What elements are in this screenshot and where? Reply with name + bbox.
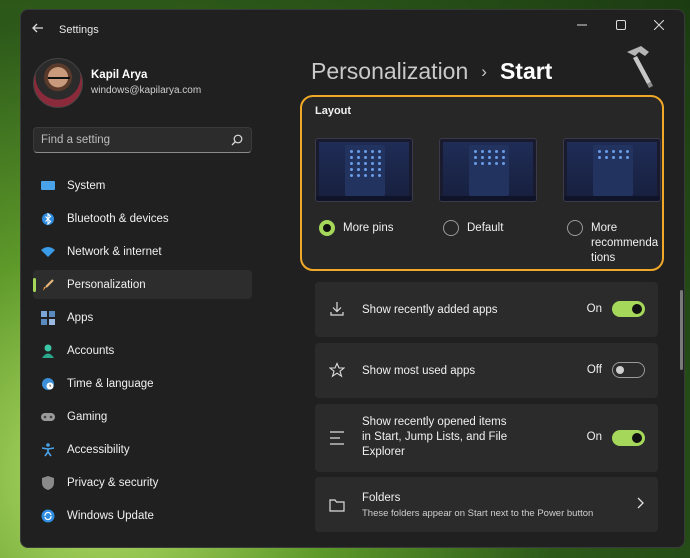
minimize-icon [577, 24, 587, 26]
radio-default[interactable] [443, 220, 459, 236]
recently-added-apps-toggle[interactable] [612, 301, 645, 317]
sidebar-nav: System Bluetooth & devices Network & int… [33, 171, 252, 534]
setting-most-used-apps: Show most used apps Off [315, 343, 658, 398]
toggle-state-label: On [586, 431, 602, 443]
back-button[interactable] [29, 19, 47, 37]
sidebar-item-privacy-security[interactable]: Privacy & security [33, 468, 252, 497]
star-icon [327, 360, 347, 380]
user-email: windows@kapilarya.com [91, 85, 202, 96]
breadcrumb: Personalization › Start [311, 58, 552, 85]
sidebar-item-label: Privacy & security [67, 476, 159, 489]
maximize-button[interactable] [604, 14, 638, 36]
setting-folders[interactable]: Folders These folders appear on Start ne… [315, 477, 658, 532]
radio-more-recommendations[interactable] [567, 220, 583, 236]
sidebar-item-label: Gaming [67, 410, 108, 423]
back-arrow-icon [32, 23, 43, 33]
list-icon [327, 428, 347, 448]
layout-option-more-pins[interactable]: More pins [315, 138, 413, 236]
title-bar: Settings [21, 10, 684, 46]
sidebar-item-label: Time & language [67, 377, 154, 390]
search-input[interactable] [41, 132, 221, 148]
layout-thumbnail[interactable] [439, 138, 537, 202]
brush-icon [41, 278, 55, 292]
monitor-icon [41, 179, 55, 193]
sidebar-item-windows-update[interactable]: Windows Update [33, 501, 252, 530]
chevron-right-icon [636, 497, 644, 512]
layout-option-more-recommendations[interactable]: More recommenda tions [563, 138, 661, 264]
apps-icon [41, 310, 55, 325]
minimize-button[interactable] [565, 14, 599, 36]
radio-label: Default [467, 222, 504, 234]
layout-title: Layout [315, 105, 352, 117]
radio-label: More pins [343, 222, 394, 234]
sidebar-item-system[interactable]: System [33, 171, 252, 200]
download-icon [327, 299, 347, 319]
scrollbar[interactable] [680, 290, 683, 370]
radio-label: More recommenda tions [591, 222, 659, 264]
layout-option-default[interactable]: Default [439, 138, 537, 236]
sidebar-item-accounts[interactable]: Accounts [33, 336, 252, 365]
setting-label: Show recently opened items in Start, Jum… [362, 416, 508, 458]
search-icon[interactable] [230, 133, 244, 147]
sidebar-item-apps[interactable]: Apps [33, 303, 252, 332]
breadcrumb-parent[interactable]: Personalization [311, 58, 468, 85]
sidebar-item-time-language[interactable]: Time & language [33, 369, 252, 398]
close-icon [654, 20, 664, 30]
layout-thumbnail[interactable] [563, 138, 661, 202]
accessibility-icon [41, 442, 55, 457]
sidebar-item-label: Apps [67, 311, 94, 324]
sidebar-item-accessibility[interactable]: Accessibility [33, 435, 252, 464]
maximize-icon [616, 20, 626, 30]
radio-more-pins[interactable] [319, 220, 335, 236]
sidebar-item-label: Personalization [67, 278, 146, 291]
sidebar-item-personalization[interactable]: Personalization [33, 270, 252, 299]
setting-recently-opened-items: Show recently opened items in Start, Jum… [315, 404, 658, 472]
setting-label: Show most used apps [362, 365, 476, 377]
wifi-icon [41, 245, 55, 259]
app-title: Settings [59, 24, 99, 36]
globe-clock-icon [41, 377, 55, 391]
sidebar-item-label: Windows Update [67, 509, 154, 522]
layout-section: Layout More pins Default More recommenda… [300, 95, 664, 271]
sidebar-item-label: Bluetooth & devices [67, 212, 169, 225]
search-box[interactable] [33, 127, 252, 153]
close-button[interactable] [642, 14, 676, 36]
avatar[interactable] [33, 58, 83, 108]
shield-icon [41, 475, 55, 490]
toggle-state-label: On [586, 303, 602, 315]
hammer-icon [627, 46, 653, 88]
update-icon [41, 509, 55, 523]
layout-thumbnail[interactable] [315, 138, 413, 202]
folder-icon [327, 495, 347, 515]
page-title: Start [499, 58, 553, 84]
sidebar-item-label: Network & internet [67, 245, 162, 258]
sidebar-item-gaming[interactable]: Gaming [33, 402, 252, 431]
sidebar-item-label: Accounts [67, 344, 115, 357]
sidebar-item-label: System [67, 179, 106, 192]
setting-recently-added-apps: Show recently added apps On [315, 282, 658, 337]
sidebar-item-bluetooth[interactable]: Bluetooth & devices [33, 204, 252, 233]
user-name: Kapil Arya [91, 69, 148, 81]
setting-label: Show recently added apps [362, 304, 498, 316]
setting-description: These folders appear on Start next to th… [362, 508, 594, 519]
sidebar-item-label: Accessibility [67, 443, 130, 456]
settings-window: Settings Kapil Arya windows@kapilarya.co… [20, 9, 685, 548]
most-used-apps-toggle[interactable] [612, 362, 645, 378]
sidebar-item-network[interactable]: Network & internet [33, 237, 252, 266]
breadcrumb-separator: › [481, 61, 487, 81]
setting-label: Folders [362, 492, 401, 504]
person-icon [41, 344, 55, 358]
recently-opened-items-toggle[interactable] [612, 430, 645, 446]
gamepad-icon [41, 410, 55, 424]
toggle-state-label: Off [586, 364, 602, 376]
bluetooth-icon [41, 212, 55, 226]
